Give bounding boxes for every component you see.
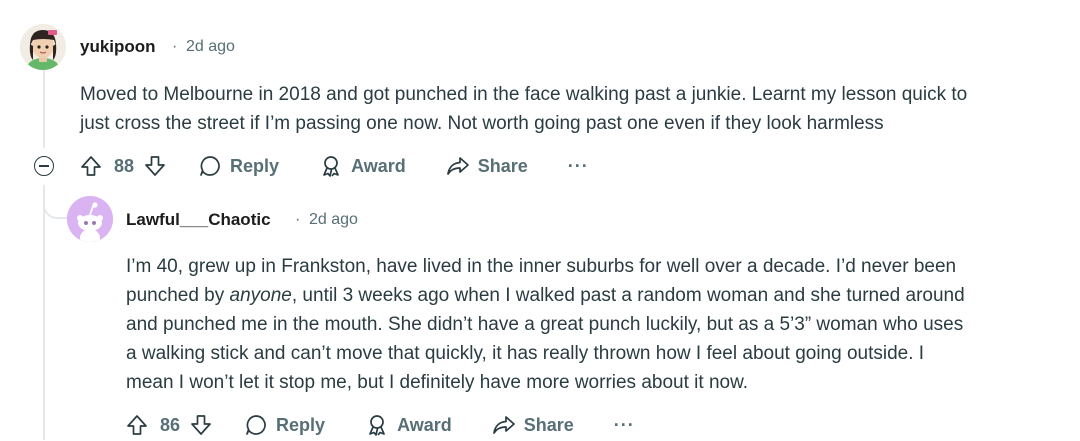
reply-label: Reply [230,155,280,176]
thread-line-1b [43,185,45,440]
comment-body-line: and punched me in the mouth. She didn’t … [126,314,964,335]
more-options-icon: ··· [613,414,635,435]
thread-elbow [43,185,67,219]
vote-score: 86 [160,414,181,435]
downvote-button[interactable] [144,155,166,177]
share-icon [446,157,469,175]
meta-separator: · [295,211,301,228]
award-button[interactable]: Award [319,154,406,178]
more-options-icon: ··· [567,155,589,176]
share-button[interactable]: Share [446,154,528,178]
downvote-icon [145,156,165,176]
comment-body: Moved to Melbourne in 2018 and got punch… [80,80,1070,138]
comment-body-line: punched by anyone, until 3 weeks ago whe… [126,281,1070,310]
downvote-icon [191,415,211,435]
comment-author[interactable]: yukipoon [80,37,156,57]
upvote-button[interactable] [126,414,148,436]
share-label: Share [477,155,528,176]
body-text-segment: , until 3 weeks ago when I walked past a… [291,285,965,306]
comment-actions: 86 Reply Award Share ··· [126,409,635,441]
meta-separator: · [172,38,178,55]
award-label: Award [351,155,406,176]
avatar-lawful-chaotic[interactable] [67,196,113,242]
upvote-icon [81,156,101,176]
thread-line-1 [43,70,45,148]
reply-button[interactable]: Reply [244,413,325,437]
comment-body-line: Moved to Melbourne in 2018 and got punch… [80,84,968,105]
comment-body-line: mean I won’t let it stop me, but I defin… [126,372,749,393]
reply-icon [200,156,220,176]
body-text-segment: punched by [126,285,230,306]
comment-body: I’m 40, grew up in Frankston, have lived… [126,252,1070,397]
collapse-thread-button[interactable] [34,156,54,176]
downvote-button[interactable] [190,414,212,436]
award-icon [323,156,339,177]
comment-body-line: a walking stick and can’t move that quic… [126,343,925,364]
upvote-button[interactable] [80,155,102,177]
avatar-yukipoon[interactable] [20,24,66,70]
share-label: Share [523,414,574,435]
upvote-icon [127,415,147,435]
body-emphasis: anyone [229,285,292,306]
award-icon [369,415,385,436]
share-icon [492,416,515,434]
share-button[interactable]: Share [492,413,574,437]
comment-author[interactable]: Lawful___Chaotic [126,210,271,230]
comment-timestamp[interactable]: 2d ago [309,211,358,229]
more-options-button[interactable]: ··· [614,415,635,436]
reply-icon [246,415,266,435]
comment-timestamp[interactable]: 2d ago [186,38,235,56]
reply-label: Reply [276,414,326,435]
comment-body-line: just cross the street if I’m passing one… [80,113,884,134]
reply-button[interactable]: Reply [198,154,279,178]
comment-actions: 88 Reply Award Share ··· [80,150,589,182]
award-button[interactable]: Award [365,413,452,437]
more-options-button[interactable]: ··· [568,156,589,177]
comment-body-line: I’m 40, grew up in Frankston, have lived… [126,256,957,277]
vote-score: 88 [114,155,135,176]
award-label: Award [397,414,452,435]
